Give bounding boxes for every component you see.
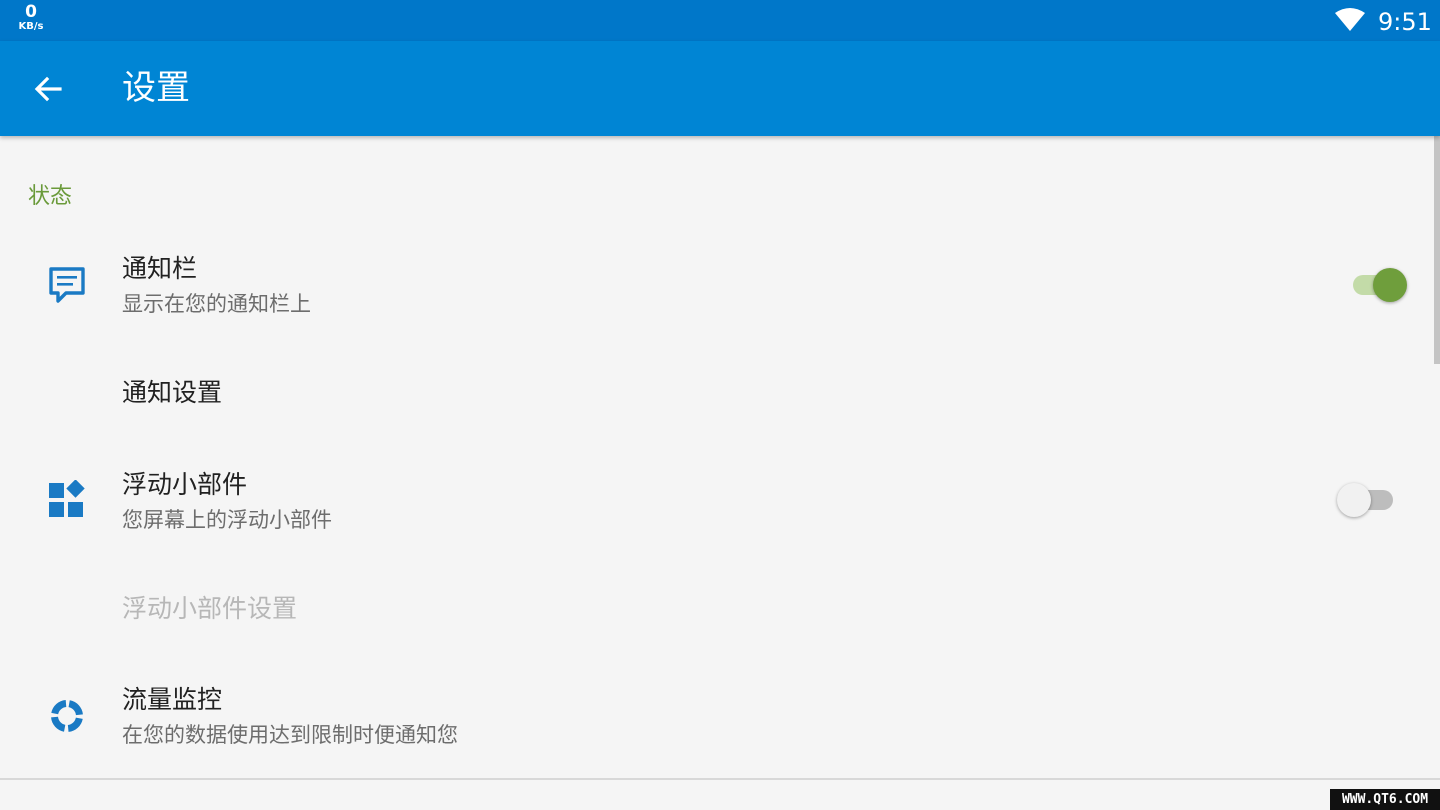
setting-title: 通知设置 [122,378,223,407]
setting-notification-settings[interactable]: 通知设置 [0,362,1432,432]
setting-title: 通知栏 [122,254,198,283]
setting-floating-widget-settings[interactable]: 浮动小部件设置 [0,578,1432,648]
floating-widget-toggle[interactable] [1337,480,1397,520]
clock: 9:51 [1378,8,1432,36]
setting-data-monitor[interactable]: 流量监控 在您的数据使用达到限制时便通知您 [0,673,1432,773]
message-icon [49,267,85,303]
setting-title: 流量监控 [122,685,223,714]
network-speed-value: 0 [25,2,37,22]
settings-list: 状态 通知栏 显示在您的通知栏上 通知设置 浮动小部件 您屏幕上的浮动小部件 浮… [0,136,1440,778]
watermark: WWW.QT6.COM [1330,789,1440,810]
scrollbar[interactable] [1434,136,1440,364]
section-header-status: 状态 [28,184,73,209]
page-title: 设置 [122,68,190,108]
setting-subtitle: 显示在您的通知栏上 [122,292,311,316]
setting-floating-widget[interactable]: 浮动小部件 您屏幕上的浮动小部件 [0,458,1432,558]
divider [0,778,1440,780]
notification-bar-toggle[interactable] [1347,265,1407,305]
setting-title: 浮动小部件 [122,470,248,499]
setting-subtitle: 在您的数据使用达到限制时便通知您 [122,723,458,747]
setting-subtitle: 您屏幕上的浮动小部件 [122,508,332,532]
wifi-icon [1335,8,1365,31]
setting-title: 浮动小部件设置 [122,594,298,623]
data-usage-icon [51,700,83,732]
status-bar: 0 KB/s 9:51 [0,0,1440,41]
arrow-back-icon[interactable] [26,67,70,111]
network-speed: 0 KB/s [16,4,46,32]
setting-notification-bar[interactable]: 通知栏 显示在您的通知栏上 [0,242,1432,342]
app-bar: 设置 [0,41,1440,136]
widgets-icon [49,480,85,517]
network-speed-unit: KB/s [18,21,44,32]
